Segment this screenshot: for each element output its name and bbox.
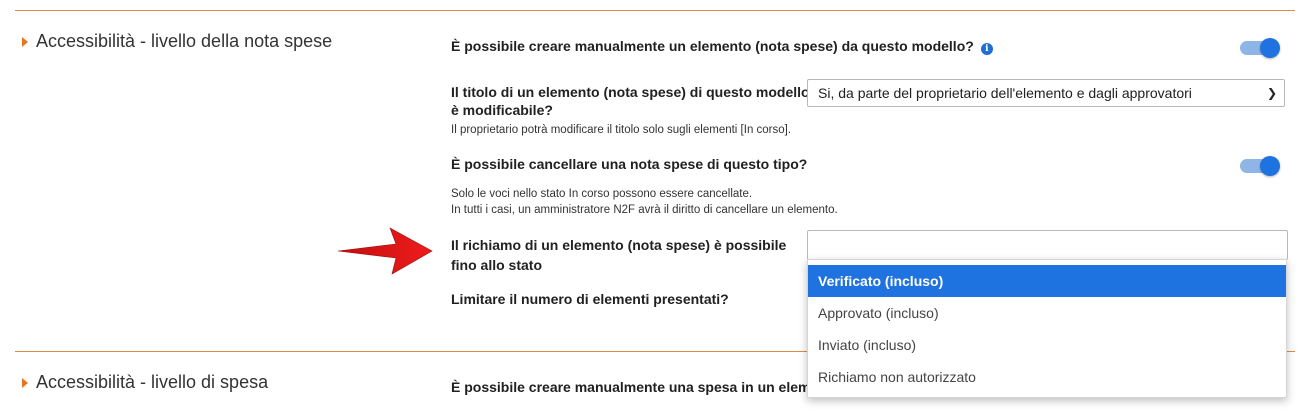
red-arrow-icon [337,227,433,275]
question-manual-expense-label: È possibile creare manualmente una spesa… [451,379,841,395]
question-title-editable: Il titolo di un elemento (nota spese) di… [451,83,810,119]
dropdown-option[interactable]: Approvato (incluso) [808,297,1286,329]
section-divider-top [15,10,1295,11]
toggle-delete[interactable] [1238,155,1282,177]
question-recall: Il richiamo di un elemento (nota spese) … [451,236,786,274]
info-icon[interactable]: i [980,43,993,55]
section-title-document-level[interactable]: Accessibilità - livello della nota spese [22,31,332,52]
question-delete-label: È possibile cancellare una nota spese di… [451,156,808,172]
section-title-label: Accessibilità - livello della nota spese [36,31,333,51]
dropdown-option[interactable]: Verificato (incluso) [808,265,1286,297]
note-delete-line1: Solo le voci nello stato In corso posson… [451,188,753,200]
section-title-expense-level[interactable]: Accessibilità - livello di spesa [22,372,268,393]
question-delete: È possibile cancellare una nota spese di… [451,155,807,173]
question-limit-items: Limitare il numero di elementi presentat… [451,290,729,308]
question-manual-create-label: È possibile creare manualmente un elemen… [451,38,974,54]
question-manual-expense: È possibile creare manualmente una spesa… [451,378,840,396]
recall-status-dropdown: Verificato (incluso) Approvato (incluso)… [807,259,1287,398]
toggle-knob [1260,38,1280,58]
select-title-editable-value: Si, da parte del proprietario dell'eleme… [818,85,1192,101]
select-title-editable[interactable]: Si, da parte del proprietario dell'eleme… [807,79,1285,107]
note-delete: Solo le voci nello stato In corso posson… [451,186,838,218]
chevron-down-icon: ❯ [1266,86,1277,100]
question-limit-items-label: Limitare il numero di elementi presentat… [451,291,729,307]
dropdown-option[interactable]: Inviato (incluso) [808,329,1286,361]
question-recall-line1: Il richiamo di un elemento (nota spese) … [451,237,787,253]
note-title-editable: Il proprietario potrà modificare il tito… [451,124,792,136]
question-manual-create: È possibile creare manualmente un elemen… [451,37,993,55]
caret-right-icon [22,377,28,388]
section-title-label: Accessibilità - livello di spesa [36,372,269,392]
question-title-editable-line2: è modificabile? [451,102,553,118]
select-recall-status[interactable] [807,230,1288,260]
caret-right-icon [22,36,28,47]
toggle-manual-create[interactable] [1238,37,1282,59]
toggle-knob [1260,156,1280,176]
question-title-editable-line1: Il titolo di un elemento (nota spese) di… [451,84,810,100]
note-delete-line2: In tutti i casi, un amministratore N2F a… [451,204,838,216]
question-recall-line2: fino allo stato [451,257,542,273]
dropdown-option[interactable]: Richiamo non autorizzato [808,361,1286,393]
